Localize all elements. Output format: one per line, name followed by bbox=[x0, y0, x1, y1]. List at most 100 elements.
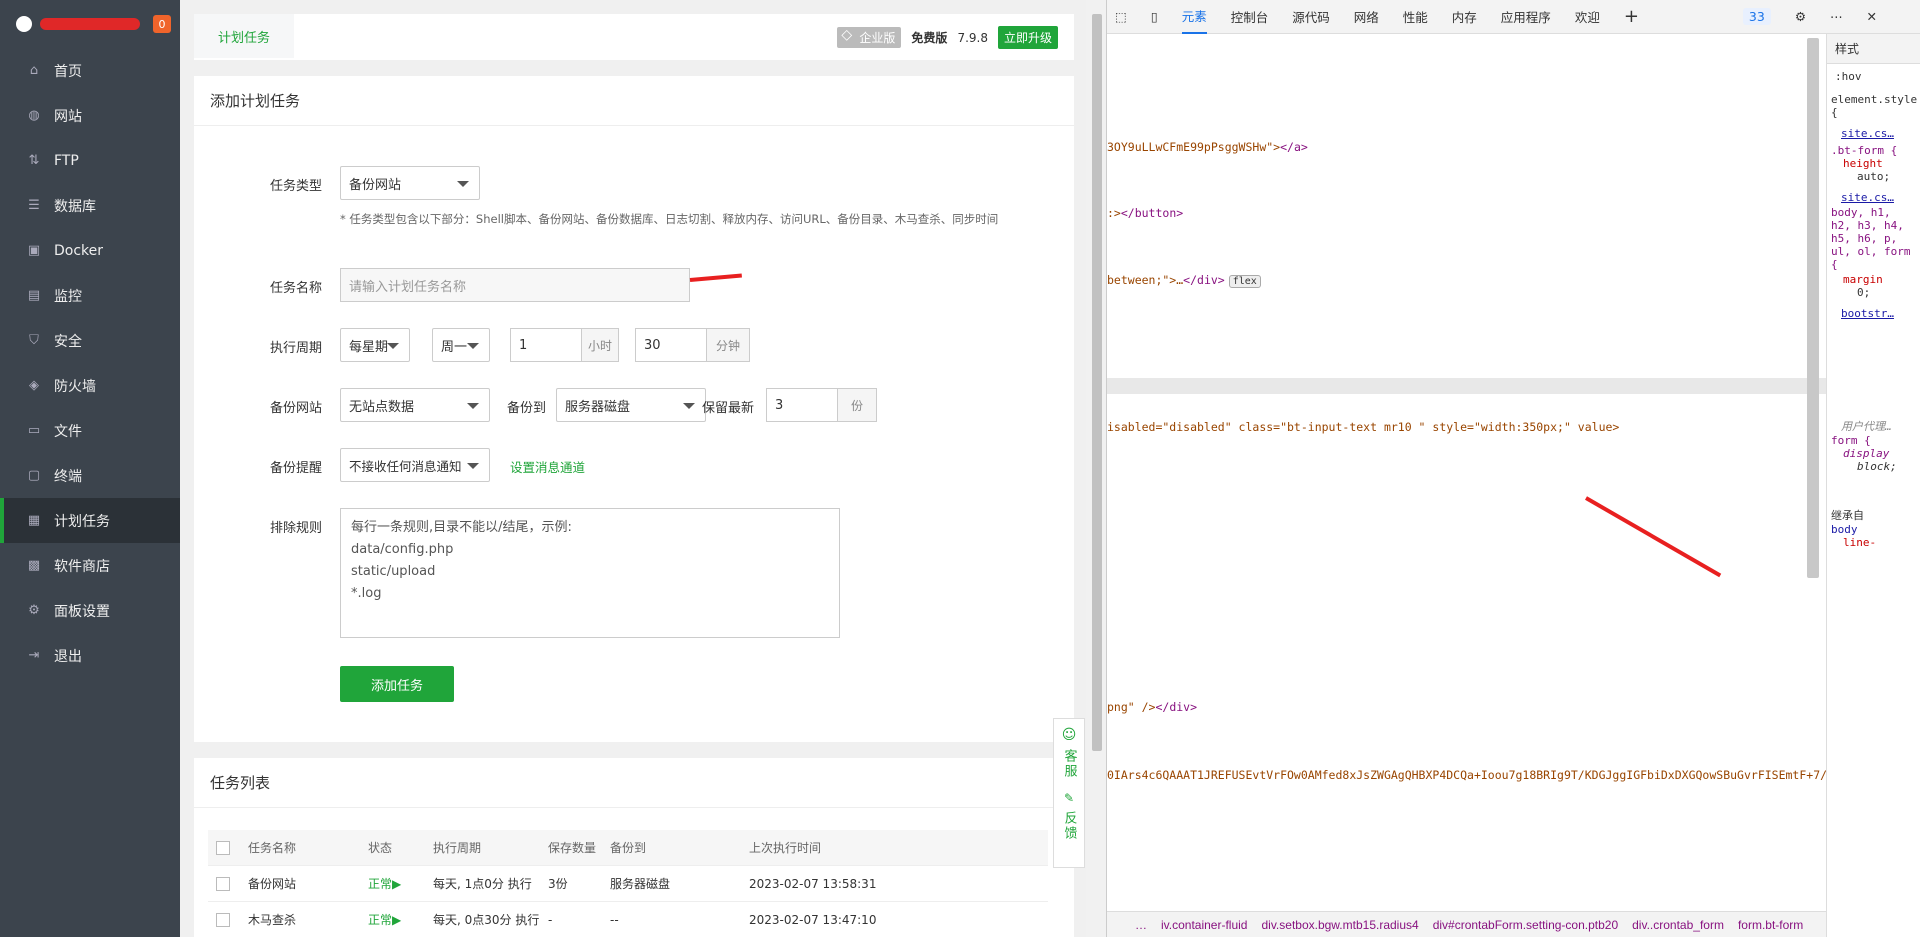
sidebar-item-5[interactable]: ▤ 监控 bbox=[0, 273, 180, 318]
notification-badge[interactable]: 0 bbox=[153, 15, 171, 33]
service-button[interactable]: 客服 bbox=[1060, 749, 1079, 779]
inspect-icon[interactable]: ⬚ bbox=[1115, 9, 1127, 24]
cycle-select[interactable]: 每星期 bbox=[340, 328, 410, 362]
devtools-tab[interactable]: 源代码 bbox=[1292, 7, 1330, 26]
column-header: 备份到 bbox=[610, 841, 647, 855]
minute-input[interactable]: 30 bbox=[635, 328, 707, 362]
sidebar-item-8[interactable]: ▭ 文件 bbox=[0, 408, 180, 453]
minute-unit: 分钟 bbox=[706, 328, 750, 362]
cell-count: 3份 bbox=[548, 877, 568, 891]
database-icon: ☰ bbox=[28, 198, 40, 213]
gear-icon[interactable]: ⚙ bbox=[1795, 9, 1806, 24]
dom-node-close-tag: </button> bbox=[1120, 206, 1184, 220]
more-icon[interactable]: ⋯ bbox=[1830, 9, 1843, 24]
style-rule-line: .bt-form { bbox=[1831, 144, 1898, 157]
breadcrumb: … iv.container-fluid div.setbox.bgw.mtb15.… bbox=[1107, 911, 1827, 937]
sidebar-item-10[interactable]: ▦ 计划任务 bbox=[0, 498, 180, 543]
elements-tree[interactable]: 3OY9uLLwCFmE99pPsggWSHw"></a> :></button>… bbox=[1107, 34, 1827, 911]
redacted-hostname bbox=[40, 18, 140, 30]
task-type-select[interactable]: 备份网站 bbox=[340, 166, 480, 200]
breadcrumb-item[interactable]: div.setbox.bgw.mtb15.radius4 bbox=[1261, 918, 1418, 932]
dom-node-close-tag: </div> bbox=[1183, 273, 1225, 287]
logo-icon bbox=[16, 16, 32, 32]
select-all-checkbox[interactable] bbox=[216, 840, 230, 855]
sidebar-item-6[interactable]: ⛉ 安全 bbox=[0, 318, 180, 363]
hour-input[interactable]: 1 bbox=[510, 328, 582, 362]
dom-node-line[interactable]: between;">…</div> flex bbox=[1107, 273, 1261, 288]
row-checkbox[interactable] bbox=[216, 876, 230, 891]
sidebar-item-0[interactable]: ⌂ 首页 bbox=[0, 48, 180, 93]
breadcrumb-item[interactable]: … bbox=[1135, 918, 1147, 932]
keep-latest-input[interactable]: 3 bbox=[766, 388, 838, 422]
add-tab-icon[interactable]: + bbox=[1624, 6, 1639, 27]
sidebar-item-label: 防火墙 bbox=[54, 378, 96, 395]
sidebar-item-13[interactable]: ⇥ 退出 bbox=[0, 633, 180, 678]
sidebar-item-label: 数据库 bbox=[54, 198, 96, 215]
issues-badge[interactable]: 33 bbox=[1742, 8, 1771, 25]
flex-badge[interactable]: flex bbox=[1228, 275, 1261, 288]
style-rule-line: element.style { bbox=[1831, 93, 1918, 119]
style-rule-line: display bbox=[1843, 447, 1890, 460]
column-header: 执行周期 bbox=[433, 841, 482, 855]
devtools-tab[interactable]: 网络 bbox=[1354, 7, 1379, 26]
row-checkbox[interactable] bbox=[216, 912, 230, 927]
dom-node-line[interactable]: png" /></div> bbox=[1107, 700, 1197, 714]
dom-node-line[interactable]: 0IArs4c6QAAAT1JREFUSEvtVrFOw0AMfed8xJsZW… bbox=[1107, 768, 1827, 782]
enterprise-badge[interactable]: 企业版 bbox=[837, 27, 902, 48]
devtools-vscroll[interactable] bbox=[1807, 38, 1819, 578]
keep-latest-label: 保留最新 bbox=[701, 401, 754, 416]
page-tabbar: 计划任务 企业版 免费版 7.9.8 立即升级 bbox=[194, 14, 1074, 60]
devtools-tab[interactable]: 性能 bbox=[1403, 7, 1428, 26]
version-number: 7.9.8 bbox=[957, 30, 988, 45]
notify-channel-link[interactable]: 设置消息通道 bbox=[510, 457, 585, 476]
notify-select[interactable]: 不接收任何消息通知 bbox=[340, 448, 490, 482]
main-scrollbar-thumb[interactable] bbox=[1092, 14, 1102, 751]
home-icon: ⌂ bbox=[29, 63, 39, 78]
sidebar-item-1[interactable]: ◍ 网站 bbox=[0, 93, 180, 138]
breadcrumb-item[interactable]: form.bt-form bbox=[1738, 918, 1803, 932]
feedback-button[interactable]: 反馈 bbox=[1060, 811, 1079, 841]
close-icon[interactable]: ✕ bbox=[1867, 9, 1877, 24]
task-name-input[interactable]: 请输入计划任务名称 bbox=[340, 268, 690, 302]
upgrade-button[interactable]: 立即升级 bbox=[997, 26, 1058, 49]
sidebar-item-2[interactable]: ⇅ FTP bbox=[0, 138, 180, 183]
devtools-tab[interactable]: 内存 bbox=[1452, 7, 1477, 26]
breadcrumb-item[interactable]: div#crontabForm.setting-con.ptb20 bbox=[1433, 918, 1618, 932]
devtools-tab[interactable]: 应用程序 bbox=[1501, 7, 1551, 26]
float-panel: ☺ 客服 ✎ 反馈 bbox=[1053, 718, 1085, 868]
style-rule-line: margin bbox=[1843, 273, 1883, 286]
add-task-button[interactable]: 添加任务 bbox=[340, 666, 454, 702]
sidebar-item-4[interactable]: ▣ Docker bbox=[0, 228, 180, 273]
sidebar-item-label: 软件商店 bbox=[54, 558, 110, 575]
breadcrumb-item[interactable]: div..crontab_form bbox=[1632, 918, 1724, 932]
sidebar-item-7[interactable]: ◈ 防火墙 bbox=[0, 363, 180, 408]
exclude-textarea[interactable]: 每行一条规则,目录不能以/结尾，示例: data/config.php stat… bbox=[340, 508, 840, 638]
firewall-icon: ◈ bbox=[29, 378, 39, 393]
sidebar-item-11[interactable]: ▩ 软件商店 bbox=[0, 543, 180, 588]
tab-crontab[interactable]: 计划任务 bbox=[194, 14, 295, 60]
table-row[interactable]: 木马查杀 正常▶ 每天, 0点30分 执行 - -- 2023-02-07 13:47:1… bbox=[208, 902, 1048, 937]
task-list-title: 任务列表 bbox=[194, 758, 1074, 808]
devtools-tab[interactable]: 控制台 bbox=[1231, 7, 1269, 26]
breadcrumb-item[interactable]: iv.container-fluid bbox=[1161, 918, 1247, 932]
sidebar-item-12[interactable]: ⚙ 面板设置 bbox=[0, 588, 180, 633]
dom-node-line[interactable]: 3OY9uLLwCFmE99pPsggWSHw"></a> bbox=[1107, 140, 1308, 154]
hour-unit: 小时 bbox=[581, 328, 619, 362]
cell-status[interactable]: 正常▶ bbox=[368, 875, 401, 892]
device-icon[interactable]: ▯ bbox=[1151, 9, 1158, 24]
dom-node-line[interactable]: :></button> bbox=[1107, 206, 1183, 220]
sidebar-item-3[interactable]: ☰ 数据库 bbox=[0, 183, 180, 228]
sidebar-item-9[interactable]: ▢ 终端 bbox=[0, 453, 180, 498]
table-row[interactable]: 备份网站 正常▶ 每天, 1点0分 执行 3份 服务器磁盘 2023-02-07 13:5… bbox=[208, 866, 1048, 902]
service-icon[interactable]: ☺ bbox=[1062, 727, 1077, 743]
dom-node-line[interactable]: isabled="disabled" class="bt-input-text … bbox=[1107, 420, 1619, 434]
feedback-icon[interactable]: ✎ bbox=[1064, 791, 1074, 805]
cell-status[interactable]: 正常▶ bbox=[368, 911, 401, 928]
task-table: 任务名称 状态 执行周期 保存数量 备份到 上次执行时间 备份网站 正常▶ 每天, 1点0分 … bbox=[208, 830, 1048, 937]
weekday-select[interactable]: 周一 bbox=[432, 328, 490, 362]
task-name-label: 任务名称 bbox=[269, 281, 322, 296]
apps-icon: ▩ bbox=[27, 558, 41, 573]
devtools-tab[interactable]: 元素 bbox=[1181, 0, 1207, 34]
devtools-tab[interactable]: 欢迎 bbox=[1575, 7, 1600, 26]
sidebar-item-label: 计划任务 bbox=[54, 513, 110, 530]
